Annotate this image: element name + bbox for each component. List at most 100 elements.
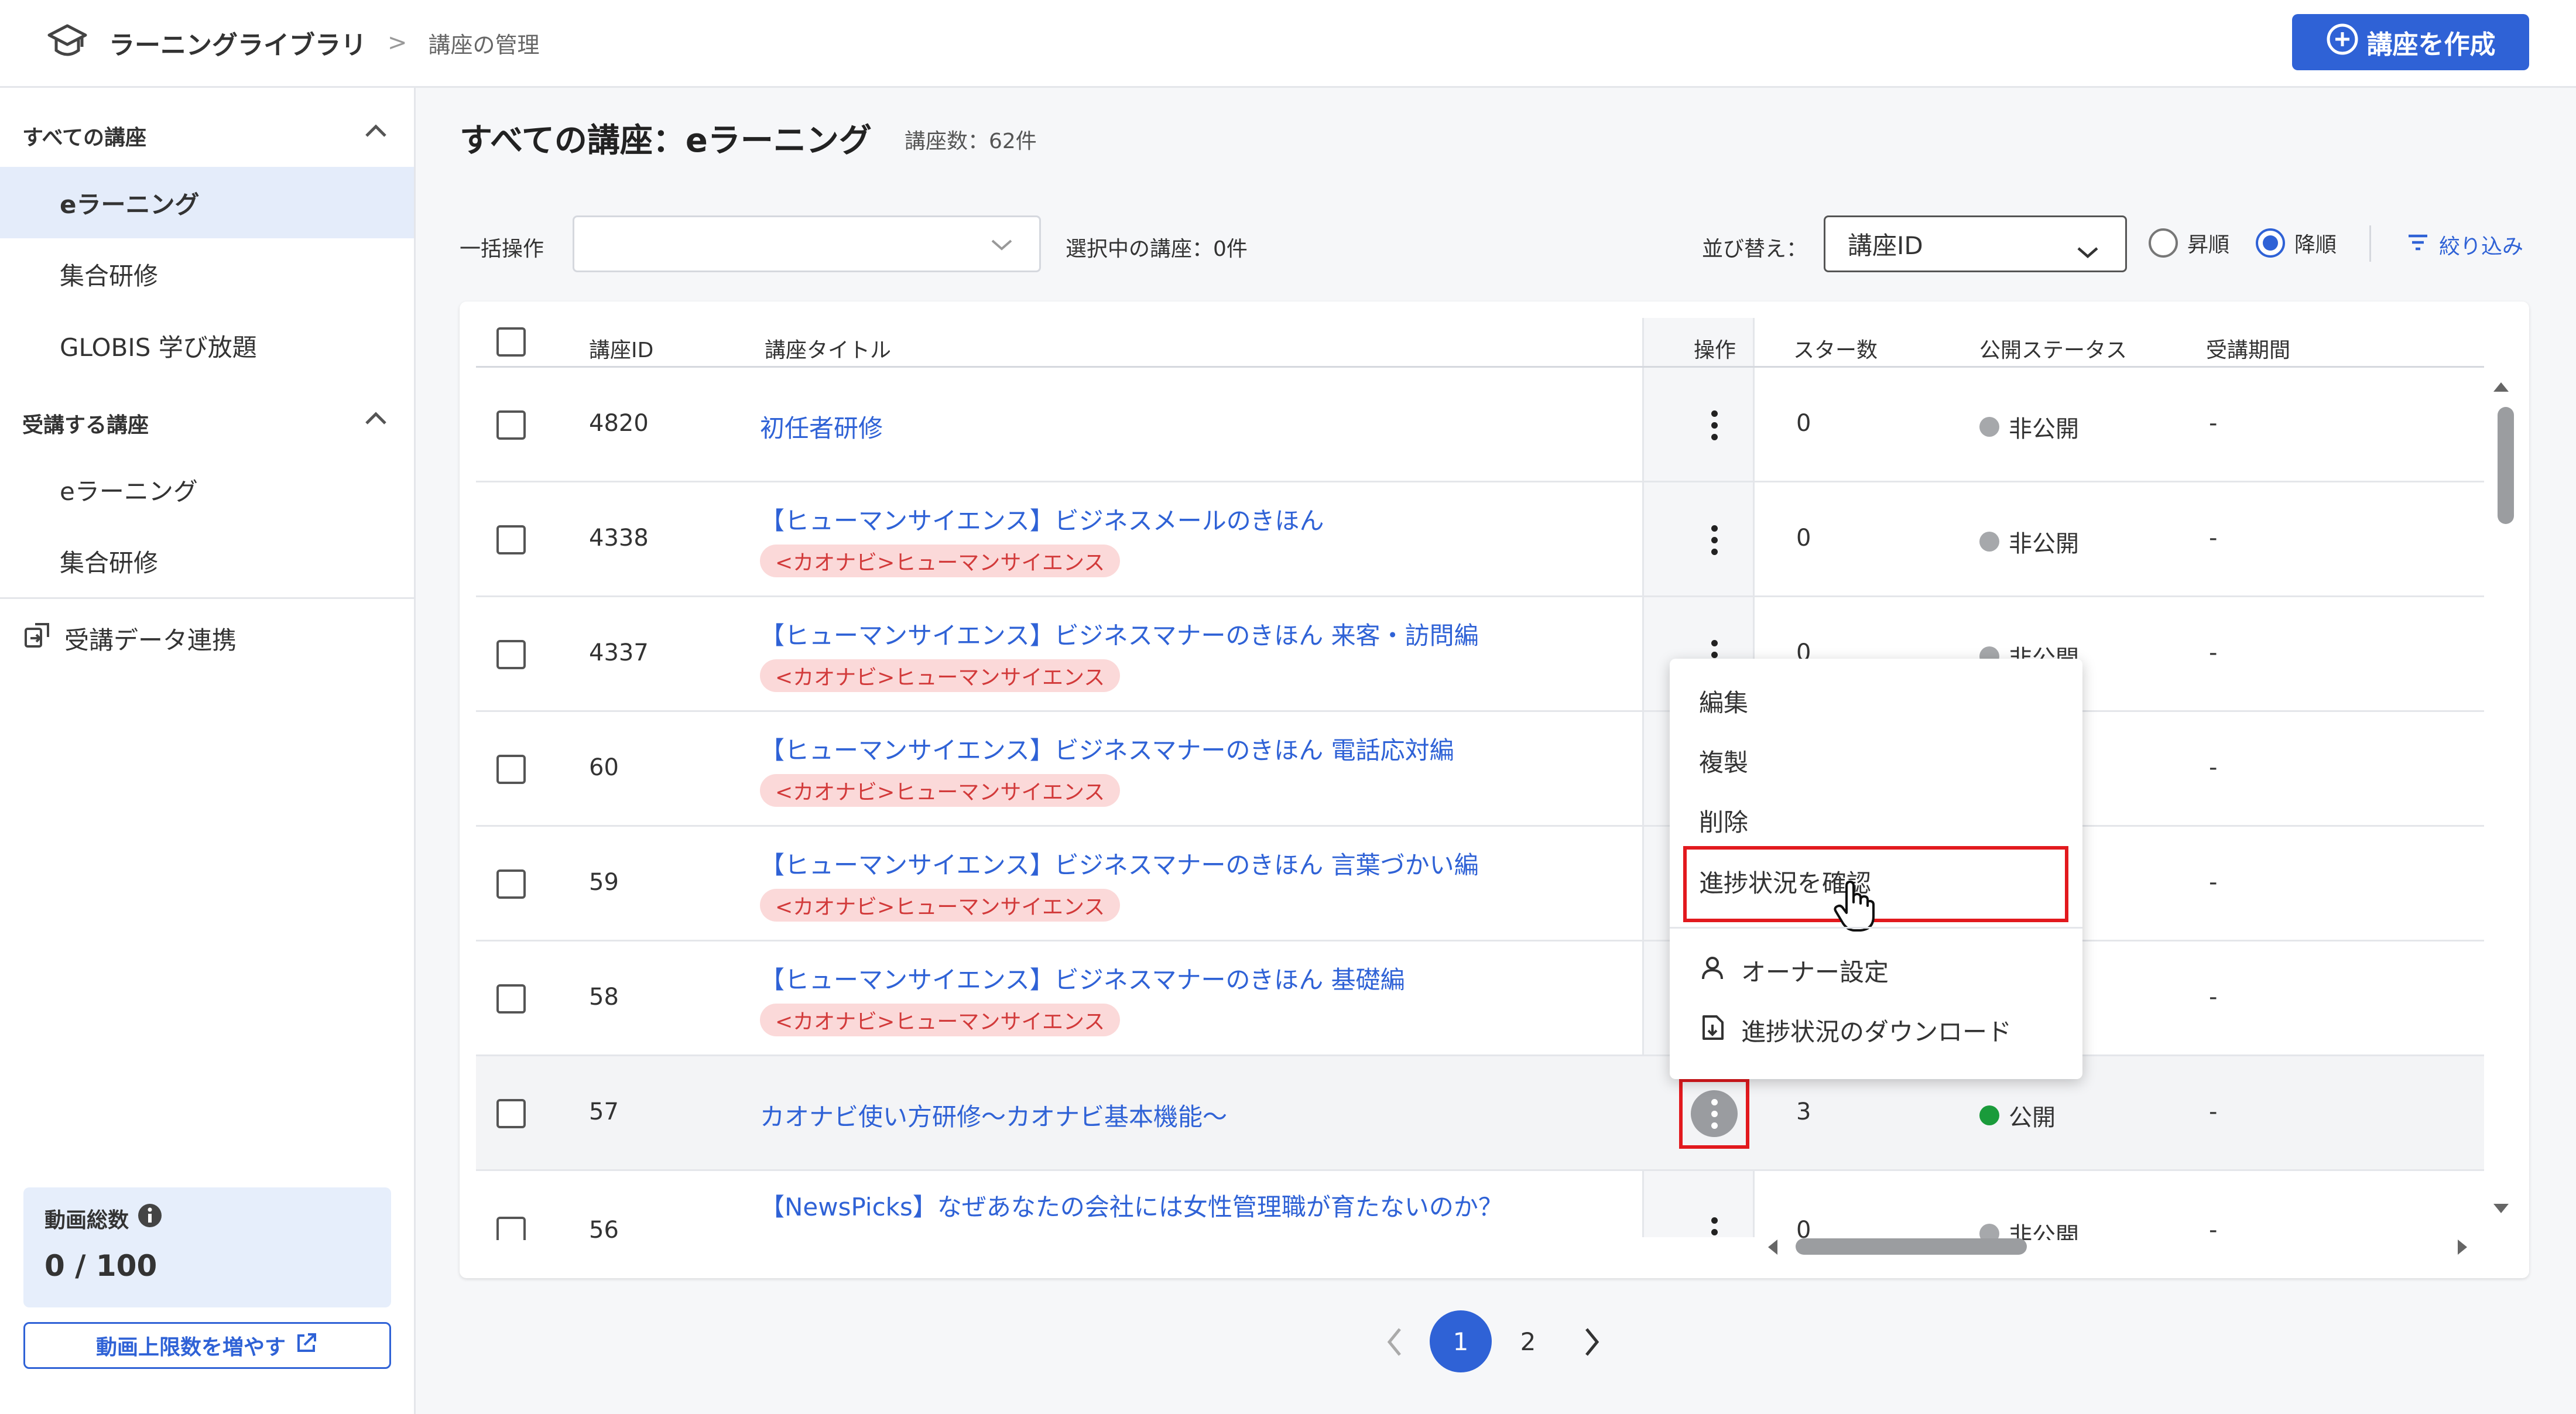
prev-page-icon[interactable] <box>1383 1326 1407 1361</box>
highlight-box <box>1683 846 2068 922</box>
vertical-scrollbar-thumb[interactable] <box>2498 407 2514 524</box>
bulk-action-select[interactable] <box>573 215 1041 272</box>
column-header-stars[interactable]: スター数 <box>1793 333 1878 364</box>
chevron-up-icon[interactable] <box>363 409 389 429</box>
status-dot <box>1979 1224 1999 1240</box>
data-link-label: 受講データ連携 <box>64 625 237 655</box>
status-dot <box>1979 1105 1999 1125</box>
menu-item-owner-settings[interactable]: オーナー設定 <box>1699 953 1889 988</box>
column-header-id[interactable]: 講座ID <box>589 333 653 364</box>
row-actions-button[interactable] <box>1691 516 1738 563</box>
sidebar-item-enrolled-group-training[interactable]: 集合研修 <box>0 525 414 597</box>
status-badge: 非公開 <box>1979 410 2079 444</box>
chevron-up-icon[interactable] <box>363 122 389 142</box>
table-row: 4820 初任者研修 0 非公開 - <box>476 368 2484 482</box>
period-value: - <box>2209 639 2218 666</box>
sidebar-item-elearning[interactable]: eラーニング <box>0 167 414 238</box>
star-count: 3 <box>1796 1098 1811 1125</box>
status-dot <box>1979 532 1999 552</box>
sidebar-divider <box>0 597 414 599</box>
menu-item-delete[interactable]: 削除 <box>1699 803 1748 838</box>
scroll-right-arrow-icon[interactable] <box>2456 1238 2469 1258</box>
create-course-button[interactable]: 講座を作成 <box>2292 14 2529 70</box>
app-title[interactable]: ラーニングライブラリ <box>109 24 366 61</box>
video-quota-panel: 動画総数 0 / 100 <box>23 1187 391 1307</box>
course-title-link[interactable]: 【ヒューマンサイエンス】ビジネスマナーのきほん 来客・訪問編 <box>760 616 1479 652</box>
sidebar-section-all-courses[interactable]: すべての講座 <box>22 121 146 151</box>
course-title-link[interactable]: 【ヒューマンサイエンス】ビジネスマナーのきほん 基礎編 <box>760 960 1405 996</box>
page-button-1[interactable]: 1 <box>1430 1310 1492 1372</box>
sidebar-item-globis[interactable]: GLOBIS 学び放題 <box>0 310 414 381</box>
column-header-title[interactable]: 講座タイトル <box>765 333 891 364</box>
row-checkbox[interactable] <box>496 410 526 440</box>
sort-select[interactable]: 講座ID <box>1824 215 2127 272</box>
row-checkbox[interactable] <box>496 640 526 669</box>
menu-item-download-progress[interactable]: 進捗状況のダウンロード <box>1699 1012 2012 1048</box>
course-title-link[interactable]: カオナビ使い方研修〜カオナビ基本機能〜 <box>760 1097 1227 1133</box>
owner-settings-label: オーナー設定 <box>1741 958 1889 987</box>
horizontal-scrollbar-thumb[interactable] <box>1796 1238 2027 1255</box>
row-checkbox[interactable] <box>496 1217 526 1240</box>
more-vertical-icon <box>1711 1217 1718 1241</box>
menu-item-edit[interactable]: 編集 <box>1699 683 1748 719</box>
scroll-left-arrow-icon[interactable] <box>1766 1238 1779 1258</box>
next-page-icon[interactable] <box>1580 1326 1603 1361</box>
person-icon <box>1699 954 1726 987</box>
scroll-up-arrow-icon[interactable] <box>2492 381 2510 396</box>
course-title-link[interactable]: 【NewsPicks】なぜあなたの会社には女性管理職が育たないのか？ <box>760 1187 1503 1223</box>
sidebar-item-data-link[interactable]: 受講データ連携 <box>22 615 237 662</box>
period-value: - <box>2209 1098 2218 1125</box>
course-table: 講座ID 講座タイトル 操作 スター数 公開ステータス 受講期間 4820 初任… <box>460 302 2529 1278</box>
page-button-2[interactable]: 2 <box>1497 1310 1559 1372</box>
course-tag: <カオナビ>ヒューマンサイエンス <box>760 774 1121 807</box>
sidebar-item-group-training[interactable]: 集合研修 <box>0 238 414 310</box>
radio-unchecked <box>2149 228 2178 258</box>
row-actions-menu: 編集 複製 削除 進捗状況を確認 オーナー設定 進捗状況のダウンロード <box>1670 659 2082 1079</box>
table-row: 4338 【ヒューマンサイエンス】ビジネスメールのきほん <カオナビ>ヒューマン… <box>476 482 2484 597</box>
course-id: 58 <box>589 984 619 1011</box>
status-dot <box>1979 417 1999 437</box>
order-desc-radio[interactable]: 降順 <box>2256 228 2337 258</box>
table-body: 4820 初任者研修 0 非公開 - 4338 【ヒューマンサイエンス】ビジネス… <box>476 368 2484 1240</box>
select-all-checkbox[interactable] <box>496 327 526 357</box>
row-checkbox[interactable] <box>496 525 526 554</box>
course-title-link[interactable]: 【ヒューマンサイエンス】ビジネスマナーのきほん 言葉づかい編 <box>760 845 1479 881</box>
app-header: ラーニングライブラリ > 講座の管理 講座を作成 <box>0 0 2576 88</box>
status-label: 非公開 <box>2009 1223 2079 1240</box>
course-title-link[interactable]: 【ヒューマンサイエンス】ビジネスメールのきほん <box>760 501 1324 537</box>
column-header-period[interactable]: 受講期間 <box>2206 333 2290 364</box>
breadcrumb-current: 講座の管理 <box>428 32 540 58</box>
course-title-link[interactable]: 初任者研修 <box>760 409 883 444</box>
column-header-status[interactable]: 公開ステータス <box>1979 333 2127 364</box>
row-checkbox[interactable] <box>496 984 526 1014</box>
order-desc-label: 降順 <box>2294 233 2337 257</box>
row-checkbox[interactable] <box>496 869 526 899</box>
sidebar-section-enrolled[interactable]: 受講する講座 <box>22 408 149 439</box>
course-tag: <カオナビ>ヒューマンサイエンス <box>760 1004 1121 1036</box>
scroll-down-arrow-icon[interactable] <box>2492 1202 2510 1217</box>
status-label: 非公開 <box>2009 416 2079 443</box>
course-tag: <カオナビ>ヒューマンサイエンス <box>760 545 1121 577</box>
sidebar-item-enrolled-elearning[interactable]: eラーニング <box>0 454 414 525</box>
course-tag: <カオナビ>ヒューマンサイエンス <box>760 659 1121 692</box>
menu-item-duplicate[interactable]: 複製 <box>1699 743 1748 779</box>
more-vertical-icon <box>1711 525 1718 555</box>
radio-checked <box>2256 228 2285 258</box>
filter-icon <box>2406 232 2430 258</box>
breadcrumb: ラーニングライブラリ > 講座の管理 <box>47 22 540 63</box>
table-row: 4337 【ヒューマンサイエンス】ビジネスマナーのきほん 来客・訪問編 <カオナ… <box>476 597 2484 712</box>
row-actions-button[interactable] <box>1691 1208 1738 1240</box>
table-row: 60 【ヒューマンサイエンス】ビジネスマナーのきほん 電話応対編 <カオナビ>ヒ… <box>476 712 2484 827</box>
row-checkbox[interactable] <box>496 1099 526 1128</box>
row-actions-button[interactable] <box>1691 402 1738 448</box>
status-badge: 非公開 <box>1979 525 2079 559</box>
order-asc-radio[interactable]: 昇順 <box>2149 228 2229 258</box>
row-checkbox[interactable] <box>496 755 526 784</box>
filter-button[interactable]: 絞り込み <box>2406 230 2523 260</box>
order-asc-label: 昇順 <box>2187 233 2230 257</box>
quota-value: 0 / 100 <box>44 1249 157 1283</box>
table-row: 59 【ヒューマンサイエンス】ビジネスマナーのきほん 言葉づかい編 <カオナビ>… <box>476 827 2484 941</box>
info-icon[interactable] <box>137 1203 163 1234</box>
course-title-link[interactable]: 【ヒューマンサイエンス】ビジネスマナーのきほん 電話応対編 <box>760 731 1454 766</box>
course-id: 4820 <box>589 410 649 437</box>
